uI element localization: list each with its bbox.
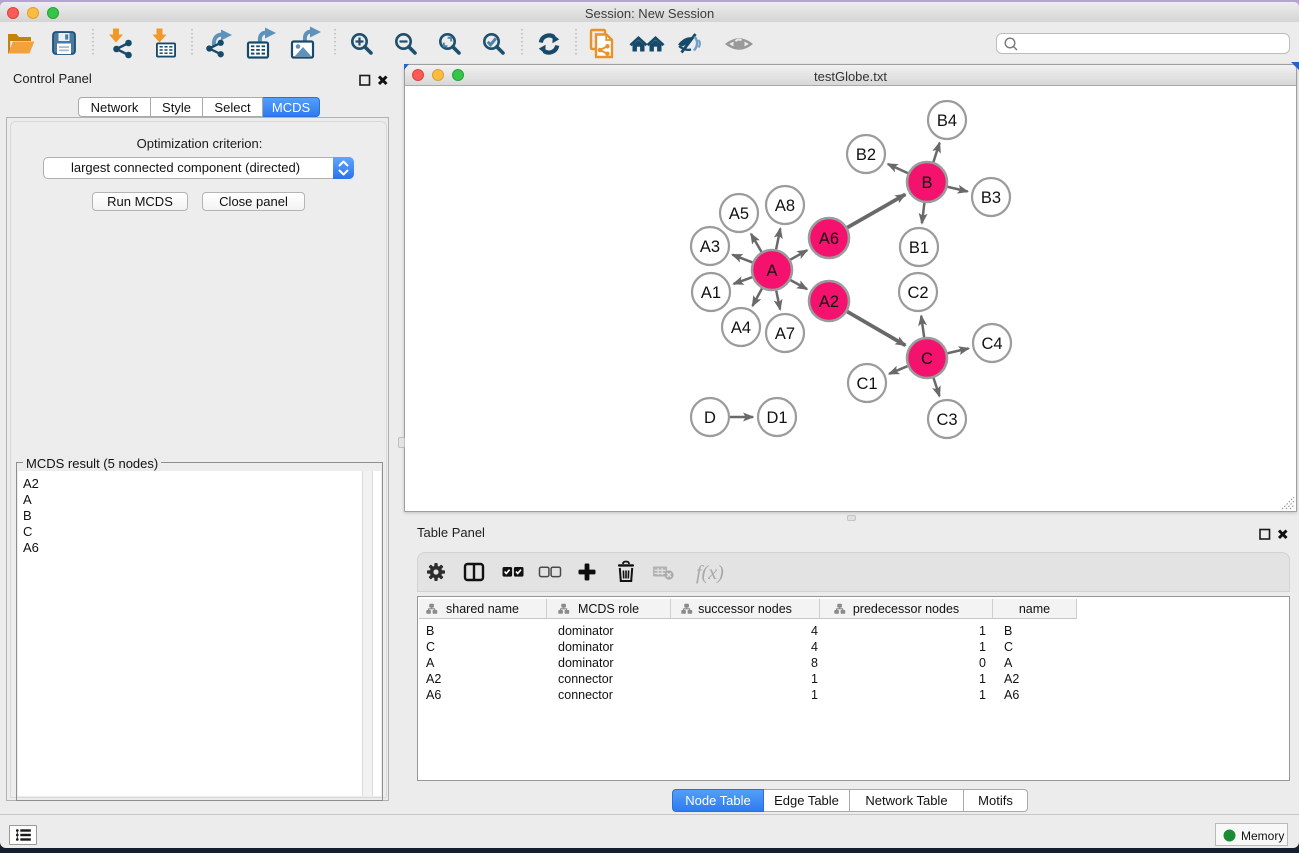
svg-text:B2: B2 bbox=[856, 146, 876, 164]
svg-text:D: D bbox=[704, 409, 716, 427]
svg-text:C: C bbox=[921, 350, 933, 368]
svg-text:A: A bbox=[766, 262, 777, 280]
svg-text:A4: A4 bbox=[731, 319, 751, 337]
svg-text:B: B bbox=[921, 174, 932, 192]
svg-text:A1: A1 bbox=[701, 284, 721, 302]
svg-text:B3: B3 bbox=[981, 189, 1001, 207]
svg-text:A5: A5 bbox=[729, 205, 749, 223]
svg-text:C4: C4 bbox=[981, 335, 1002, 353]
svg-text:B4: B4 bbox=[937, 112, 957, 130]
svg-text:A2: A2 bbox=[819, 293, 839, 311]
svg-text:B1: B1 bbox=[909, 239, 929, 257]
svg-text:A7: A7 bbox=[775, 325, 795, 343]
svg-text:A8: A8 bbox=[775, 197, 795, 215]
svg-text:C1: C1 bbox=[856, 375, 877, 393]
svg-text:C2: C2 bbox=[907, 284, 928, 302]
svg-text:A3: A3 bbox=[700, 238, 720, 256]
svg-text:f(x): f(x) bbox=[696, 562, 724, 584]
svg-text:A6: A6 bbox=[819, 230, 839, 248]
svg-text:D1: D1 bbox=[766, 409, 787, 427]
svg-text:C3: C3 bbox=[936, 411, 957, 429]
